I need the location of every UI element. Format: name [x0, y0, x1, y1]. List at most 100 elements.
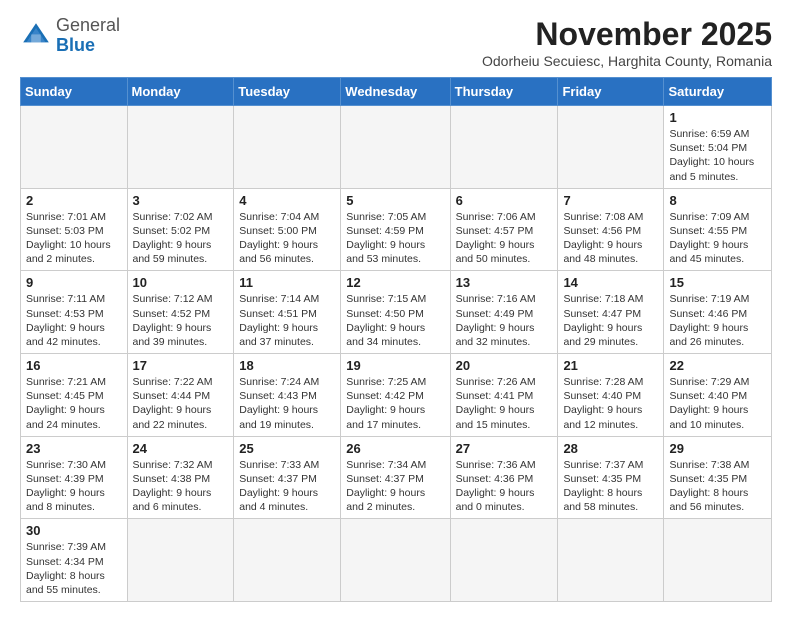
col-header-wednesday: Wednesday [341, 78, 450, 106]
day-info: Sunrise: 7:09 AM Sunset: 4:55 PM Dayligh… [669, 210, 766, 267]
calendar-title: November 2025 [482, 16, 772, 53]
day-cell: 25 Sunrise: 7:33 AM Sunset: 4:37 PM Dayli… [234, 436, 341, 519]
day-info: Sunrise: 7:34 AM Sunset: 4:37 PM Dayligh… [346, 458, 444, 515]
day-number: 6 [456, 193, 553, 208]
day-cell [664, 519, 772, 602]
calendar-subtitle: Odorheiu Secuiesc, Harghita County, Roma… [482, 53, 772, 69]
day-number: 2 [26, 193, 122, 208]
day-info: Sunrise: 7:01 AM Sunset: 5:03 PM Dayligh… [26, 210, 122, 267]
day-number: 23 [26, 441, 122, 456]
day-info: Sunrise: 7:06 AM Sunset: 4:57 PM Dayligh… [456, 210, 553, 267]
day-cell: 17Sunrise: 7:22 AM Sunset: 4:44 PM Dayli… [127, 354, 234, 437]
day-number: 10 [133, 275, 229, 290]
day-number: 9 [26, 275, 122, 290]
day-number: 5 [346, 193, 444, 208]
day-number: 4 [239, 193, 335, 208]
header-row: SundayMondayTuesdayWednesdayThursdayFrid… [21, 78, 772, 106]
logo-blue: Blue [56, 35, 95, 55]
day-number: 15 [669, 275, 766, 290]
day-info: Sunrise: 7:24 AM Sunset: 4:43 PM Dayligh… [239, 375, 335, 432]
day-number: 1 [669, 110, 766, 125]
day-number: 18 [239, 358, 335, 373]
day-cell: 22 Sunrise: 7:29 AM Sunset: 4:40 PM Dayli… [664, 354, 772, 437]
day-cell: 24 Sunrise: 7:32 AM Sunset: 4:38 PM Dayli… [127, 436, 234, 519]
day-cell [21, 106, 128, 189]
day-cell [234, 106, 341, 189]
day-info: Sunrise: 7:19 AM Sunset: 4:46 PM Dayligh… [669, 292, 766, 349]
day-cell [450, 106, 558, 189]
col-header-saturday: Saturday [664, 78, 772, 106]
col-header-sunday: Sunday [21, 78, 128, 106]
day-info: Sunrise: 7:18 AM Sunset: 4:47 PM Dayligh… [563, 292, 658, 349]
week-row-1: 1 Sunrise: 6:59 AM Sunset: 5:04 PM Daylig… [21, 106, 772, 189]
day-cell: 14 Sunrise: 7:18 AM Sunset: 4:47 PM Dayli… [558, 271, 664, 354]
logo: General Blue [20, 16, 120, 56]
day-number: 20 [456, 358, 553, 373]
col-header-monday: Monday [127, 78, 234, 106]
week-row-4: 16 Sunrise: 7:21 AM Sunset: 4:45 PM Dayli… [21, 354, 772, 437]
day-number: 14 [563, 275, 658, 290]
day-info: Sunrise: 7:29 AM Sunset: 4:40 PM Dayligh… [669, 375, 766, 432]
day-cell: 6 Sunrise: 7:06 AM Sunset: 4:57 PM Daylig… [450, 188, 558, 271]
day-cell [341, 106, 450, 189]
day-cell: 7Sunrise: 7:08 AM Sunset: 4:56 PM Daylig… [558, 188, 664, 271]
day-cell [127, 519, 234, 602]
day-info: Sunrise: 7:11 AM Sunset: 4:53 PM Dayligh… [26, 292, 122, 349]
day-info: Sunrise: 7:15 AM Sunset: 4:50 PM Dayligh… [346, 292, 444, 349]
day-info: Sunrise: 7:05 AM Sunset: 4:59 PM Dayligh… [346, 210, 444, 267]
day-info: Sunrise: 7:30 AM Sunset: 4:39 PM Dayligh… [26, 458, 122, 515]
day-cell: 5 Sunrise: 7:05 AM Sunset: 4:59 PM Daylig… [341, 188, 450, 271]
day-cell [450, 519, 558, 602]
day-info: Sunrise: 7:32 AM Sunset: 4:38 PM Dayligh… [133, 458, 229, 515]
day-cell [558, 519, 664, 602]
day-cell: 1 Sunrise: 6:59 AM Sunset: 5:04 PM Daylig… [664, 106, 772, 189]
day-number: 21 [563, 358, 658, 373]
day-cell: 27Sunrise: 7:36 AM Sunset: 4:36 PM Dayli… [450, 436, 558, 519]
header: General Blue November 2025 Odorheiu Secu… [20, 16, 772, 69]
day-cell: 11Sunrise: 7:14 AM Sunset: 4:51 PM Dayli… [234, 271, 341, 354]
logo-general: General [56, 15, 120, 35]
day-info: Sunrise: 6:59 AM Sunset: 5:04 PM Dayligh… [669, 127, 766, 184]
day-cell: 19 Sunrise: 7:25 AM Sunset: 4:42 PM Dayli… [341, 354, 450, 437]
week-row-6: 30Sunrise: 7:39 AM Sunset: 4:34 PM Dayli… [21, 519, 772, 602]
day-number: 16 [26, 358, 122, 373]
day-number: 19 [346, 358, 444, 373]
day-number: 8 [669, 193, 766, 208]
day-number: 27 [456, 441, 553, 456]
day-info: Sunrise: 7:14 AM Sunset: 4:51 PM Dayligh… [239, 292, 335, 349]
day-cell: 4Sunrise: 7:04 AM Sunset: 5:00 PM Daylig… [234, 188, 341, 271]
day-number: 25 [239, 441, 335, 456]
day-cell: 21Sunrise: 7:28 AM Sunset: 4:40 PM Dayli… [558, 354, 664, 437]
day-info: Sunrise: 7:33 AM Sunset: 4:37 PM Dayligh… [239, 458, 335, 515]
page: General Blue November 2025 Odorheiu Secu… [0, 0, 792, 622]
day-cell: 2 Sunrise: 7:01 AM Sunset: 5:03 PM Daylig… [21, 188, 128, 271]
day-number: 12 [346, 275, 444, 290]
day-cell: 26Sunrise: 7:34 AM Sunset: 4:37 PM Dayli… [341, 436, 450, 519]
day-info: Sunrise: 7:02 AM Sunset: 5:02 PM Dayligh… [133, 210, 229, 267]
day-info: Sunrise: 7:39 AM Sunset: 4:34 PM Dayligh… [26, 540, 122, 597]
title-block: November 2025 Odorheiu Secuiesc, Harghit… [482, 16, 772, 69]
calendar-table: SundayMondayTuesdayWednesdayThursdayFrid… [20, 77, 772, 602]
col-header-thursday: Thursday [450, 78, 558, 106]
day-number: 17 [133, 358, 229, 373]
day-cell [341, 519, 450, 602]
day-number: 24 [133, 441, 229, 456]
day-cell: 13 Sunrise: 7:16 AM Sunset: 4:49 PM Dayli… [450, 271, 558, 354]
day-info: Sunrise: 7:25 AM Sunset: 4:42 PM Dayligh… [346, 375, 444, 432]
week-row-3: 9 Sunrise: 7:11 AM Sunset: 4:53 PM Daylig… [21, 271, 772, 354]
day-info: Sunrise: 7:16 AM Sunset: 4:49 PM Dayligh… [456, 292, 553, 349]
day-cell: 30Sunrise: 7:39 AM Sunset: 4:34 PM Dayli… [21, 519, 128, 602]
day-cell: 8 Sunrise: 7:09 AM Sunset: 4:55 PM Daylig… [664, 188, 772, 271]
day-number: 13 [456, 275, 553, 290]
day-cell [558, 106, 664, 189]
day-cell [127, 106, 234, 189]
day-number: 22 [669, 358, 766, 373]
day-cell: 10Sunrise: 7:12 AM Sunset: 4:52 PM Dayli… [127, 271, 234, 354]
logo-text: General Blue [56, 16, 120, 56]
logo-icon [20, 20, 52, 52]
day-number: 28 [563, 441, 658, 456]
day-cell: 23 Sunrise: 7:30 AM Sunset: 4:39 PM Dayli… [21, 436, 128, 519]
day-info: Sunrise: 7:21 AM Sunset: 4:45 PM Dayligh… [26, 375, 122, 432]
day-number: 3 [133, 193, 229, 208]
day-cell: 29Sunrise: 7:38 AM Sunset: 4:35 PM Dayli… [664, 436, 772, 519]
